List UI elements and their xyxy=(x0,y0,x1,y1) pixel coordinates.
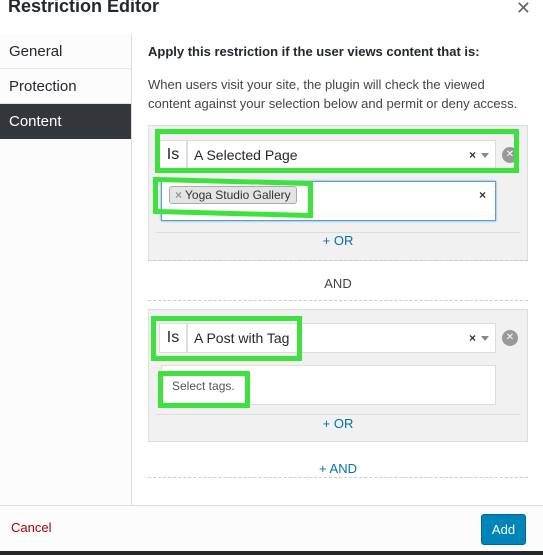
modal-header: Restriction Editor ✕ xyxy=(0,0,543,22)
and-separator-top xyxy=(148,260,528,261)
add-or-link[interactable]: + OR xyxy=(149,233,527,248)
and-separator-bottom xyxy=(148,300,528,301)
clear-selection-icon[interactable]: × xyxy=(479,188,486,202)
sidebar-item-content[interactable]: Content xyxy=(0,104,131,139)
or-divider xyxy=(156,414,520,415)
modal-footer: Cancel Add xyxy=(0,505,543,551)
sidebar-item-protection[interactable]: Protection xyxy=(0,69,131,104)
add-or-link[interactable]: + OR xyxy=(149,416,527,431)
and-separator-end xyxy=(148,477,528,478)
add-and-link[interactable]: + AND xyxy=(148,461,528,476)
clear-icon[interactable]: × xyxy=(469,324,476,352)
chevron-down-icon[interactable] xyxy=(481,336,489,341)
bottom-edge xyxy=(0,551,543,555)
and-label: AND xyxy=(324,276,352,291)
add-button[interactable]: Add xyxy=(481,514,526,545)
sidebar: General Protection Content xyxy=(0,34,132,505)
content-heading: Apply this restriction if the user views… xyxy=(148,44,480,59)
sidebar-item-general[interactable]: General xyxy=(0,34,131,69)
highlight-box xyxy=(155,129,519,173)
highlight-box xyxy=(153,176,313,219)
highlight-box xyxy=(158,371,250,408)
modal-title: Restriction Editor xyxy=(8,0,160,16)
close-icon[interactable]: ✕ xyxy=(516,0,531,18)
content-description: When users visit your site, the plugin w… xyxy=(148,77,518,111)
restriction-editor-modal: Restriction Editor ✕ General Protection … xyxy=(0,0,543,555)
highlight-box xyxy=(151,316,302,361)
cancel-button[interactable]: Cancel xyxy=(11,520,51,535)
remove-condition-icon[interactable]: ✕ xyxy=(502,330,518,346)
